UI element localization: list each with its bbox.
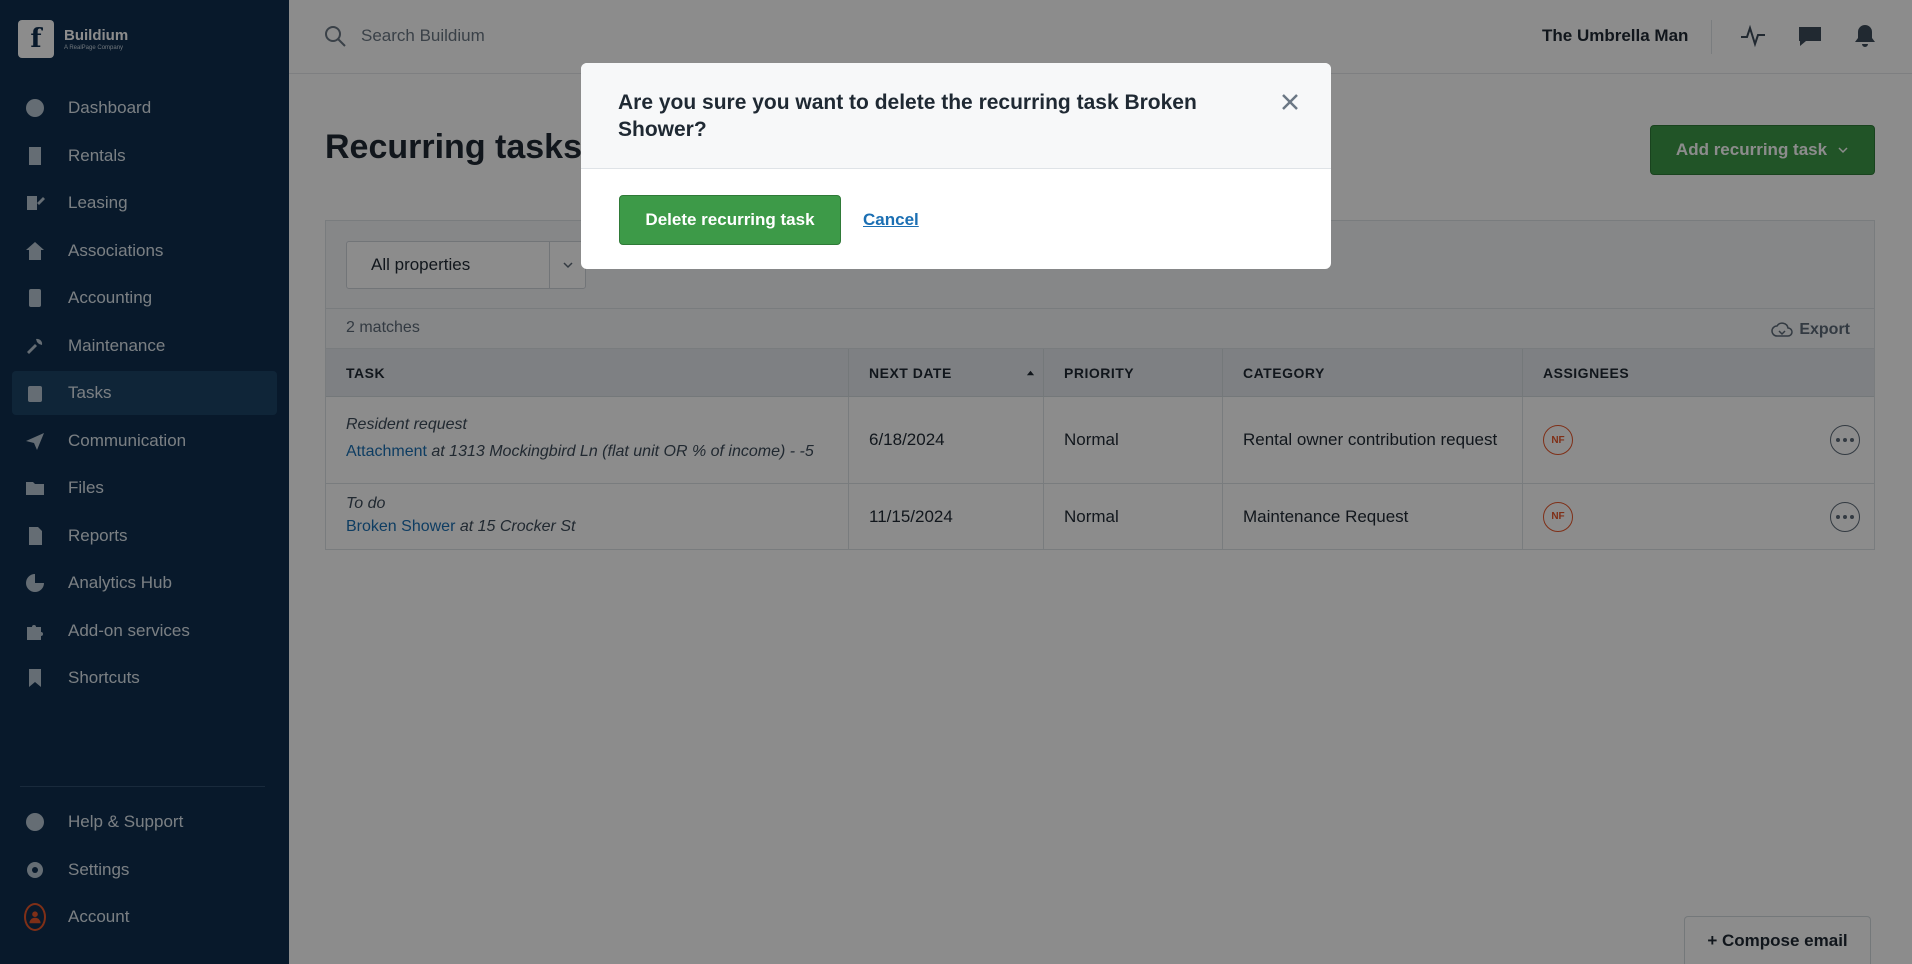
modal-title: Are you sure you want to delete the recu…: [618, 91, 1197, 141]
cancel-link[interactable]: Cancel: [863, 210, 919, 230]
delete-confirmation-modal: Are you sure you want to delete the recu…: [581, 63, 1331, 269]
close-icon[interactable]: [1279, 91, 1301, 113]
delete-recurring-task-button[interactable]: Delete recurring task: [619, 195, 841, 245]
modal-header: Are you sure you want to delete the recu…: [581, 63, 1331, 169]
